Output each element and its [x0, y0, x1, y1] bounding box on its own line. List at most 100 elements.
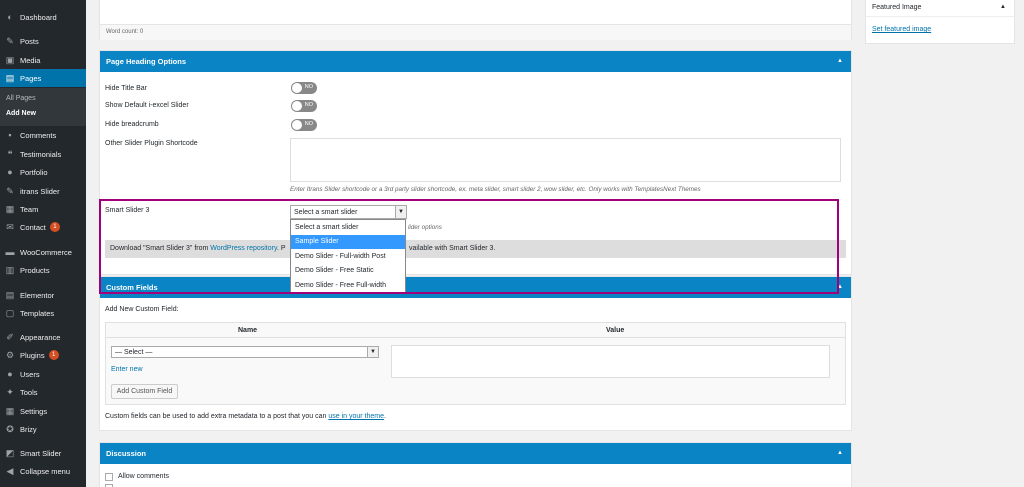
allow-comments-checkbox[interactable] [105, 473, 113, 481]
hide-title-bar-toggle[interactable]: NO [291, 82, 317, 94]
slider-options-hint: lider options [408, 224, 442, 231]
other-shortcode-textarea[interactable] [290, 138, 841, 182]
hide-title-bar-label: Hide Title Bar [105, 85, 148, 92]
download-notice: Download "Smart Slider 3" from WordPress… [105, 240, 846, 258]
wordpress-repository-link[interactable]: WordPress repository [210, 245, 277, 252]
sidebar-item-posts[interactable]: ✎ Posts [0, 32, 86, 50]
sidebar-item-label: WooCommerce [20, 247, 72, 257]
sidebar-item-templates[interactable]: ▢ Templates [0, 304, 86, 322]
admin-sidebar: ◐ Dashboard ✎ Posts ▣ Media ▤ Pages ▪ Comments ❝ Te… [0, 0, 86, 487]
pages-submenu [0, 88, 86, 126]
smart-slider-label: Smart Slider 3 [105, 207, 150, 214]
sidebar-item-smart-slider[interactable]: ◩ Smart Slider [0, 444, 86, 462]
collapse-arrow-icon[interactable]: ▲ [837, 58, 843, 64]
custom-fields-title: Custom Fields [106, 283, 158, 292]
page-heading-options-title: Page Heading Options [106, 57, 187, 66]
download-suffix: . P [276, 245, 286, 252]
sidebar-item-label: Smart Slider [20, 448, 62, 458]
templates-icon: ▢ [5, 307, 15, 318]
dropdown-option[interactable]: Demo Slider - Free Static [291, 264, 405, 279]
custom-field-value-textarea[interactable] [391, 345, 830, 378]
dropdown-option[interactable]: Select a smart slider [291, 220, 405, 235]
sidebar-item-settings[interactable]: ▦ Settings [0, 402, 86, 420]
collapse-arrow-icon[interactable]: ▲ [837, 450, 843, 456]
allow-comments-label: Allow comments [118, 473, 169, 480]
sidebar-item-team[interactable]: ▦ Team [0, 200, 86, 218]
sidebar-item-plugins[interactable]: ⚙ Plugins 1 [0, 346, 86, 364]
smart-slider-select[interactable]: Select a smart slider ▼ [290, 205, 407, 219]
add-custom-field-button[interactable]: Add Custom Field [111, 384, 178, 399]
sidebar-item-label: Appearance [20, 332, 61, 342]
sidebar-item-label: Testimonials [20, 149, 62, 159]
sidebar-item-tools[interactable]: ✦ Tools [0, 383, 86, 401]
featured-toggle-icon[interactable]: ▲ [1000, 4, 1006, 10]
sidebar-item-elementor[interactable]: ▤ Elementor [0, 286, 86, 304]
featured-image-title: Featured Image [872, 4, 922, 11]
smart-slider-dropdown[interactable]: Select a smart slider Sample Slider Demo S… [290, 219, 406, 294]
custom-fields-help-suffix: . [384, 413, 386, 420]
sidebar-item-label: Posts [20, 36, 39, 46]
submenu-add-new[interactable]: Add New [6, 110, 36, 117]
dropdown-option[interactable]: Demo Slider - Full-width Post [291, 249, 405, 264]
sidebar-item-products[interactable]: ▥ Products [0, 261, 86, 279]
brizy-icon: ✪ [6, 423, 14, 434]
discussion-title: Discussion [106, 449, 147, 458]
toggle-knob [292, 83, 302, 93]
sidebar-item-itrans-slider[interactable]: ✎ itrans Slider [0, 182, 86, 200]
chevron-down-icon[interactable]: ▼ [367, 347, 378, 357]
download-prefix: Download "Smart Slider 3" from [110, 245, 211, 252]
sidebar-item-label: Products [20, 265, 50, 275]
update-count-badge: 1 [49, 222, 60, 232]
sidebar-item-comments[interactable]: ▪ Comments [0, 126, 86, 144]
toggle-text: NO [304, 84, 313, 90]
col-value: Value [606, 327, 625, 334]
show-default-slider-toggle[interactable]: NO [291, 100, 317, 112]
sidebar-item-collapse-menu[interactable]: ◀ Collapse menu [0, 462, 86, 480]
sidebar-item-testimonials[interactable]: ❝ Testimonials [0, 145, 86, 163]
submenu-all-pages[interactable]: All Pages [6, 95, 36, 102]
collapse-arrow-icon[interactable]: ▲ [837, 284, 843, 290]
sidebar-item-brizy[interactable]: ✪ Brizy [0, 420, 86, 438]
hide-breadcrumb-toggle[interactable]: NO [291, 119, 317, 131]
sidebar-item-label: Collapse menu [20, 466, 71, 476]
sidebar-item-woocommerce[interactable]: ▬ WooCommerce [0, 243, 86, 261]
users-icon: ● [7, 369, 13, 379]
sidebar-item-contact[interactable]: ✉ Contact 1 [0, 218, 86, 236]
sidebar-item-media[interactable]: ▣ Media [0, 51, 86, 69]
discussion-header[interactable]: Discussion ▲ [100, 443, 851, 464]
custom-field-name-select[interactable]: — Select — ▼ [111, 346, 379, 358]
enter-new-link[interactable]: Enter new [111, 366, 143, 373]
sidebar-item-users[interactable]: ● Users [0, 365, 86, 383]
set-featured-image-link[interactable]: Set featured image [872, 26, 931, 33]
smart-slider-select-value: Select a smart slider [294, 208, 358, 216]
collapse-icon: ◀ [6, 465, 14, 476]
sidebar-item-label: Plugins [20, 350, 45, 360]
sidebar-item-dashboard[interactable]: ◐ Dashboard [0, 8, 86, 26]
dropdown-option[interactable]: Sample Slider [291, 234, 405, 249]
products-icon: ▥ [5, 264, 15, 275]
sidebar-item-portfolio[interactable]: ● Portfolio [0, 163, 86, 181]
editor-box: Word count: 0 [99, 0, 852, 40]
plugin-icon: ⚙ [5, 349, 15, 360]
custom-fields-help: Custom fields can be used to add extra m… [105, 413, 386, 420]
pin-icon: ✎ [6, 185, 14, 196]
sidebar-item-label: Tools [20, 387, 38, 397]
page-heading-options-header[interactable]: Page Heading Options ▲ [100, 51, 851, 72]
sidebar-item-pages[interactable]: ▤ Pages [0, 69, 86, 87]
show-default-slider-label: Show Default i-excel Slider [105, 102, 189, 109]
brush-icon: ✐ [6, 331, 14, 342]
custom-field-select-value: — Select — [115, 348, 153, 356]
sidebar-item-label: itrans Slider [20, 186, 60, 196]
hide-breadcrumb-label: Hide breadcrumb [105, 121, 159, 128]
custom-fields-header[interactable]: Custom Fields ▲ [100, 277, 851, 298]
sidebar-item-label: Comments [20, 130, 57, 140]
other-shortcode-label: Other Slider Plugin Shortcode [105, 140, 198, 147]
use-in-theme-link[interactable]: use in your theme [328, 413, 384, 420]
sidebar-item-appearance[interactable]: ✐ Appearance [0, 328, 86, 346]
settings-icon: ▦ [5, 405, 15, 416]
custom-fields-help-prefix: Custom fields can be used to add extra m… [105, 413, 329, 420]
sidebar-item-label: Portfolio [20, 167, 48, 177]
chevron-down-icon[interactable]: ▼ [395, 206, 406, 218]
dropdown-option[interactable]: Demo Slider - Free Full-width [291, 278, 405, 293]
sidebar-item-label: Users [20, 369, 40, 379]
